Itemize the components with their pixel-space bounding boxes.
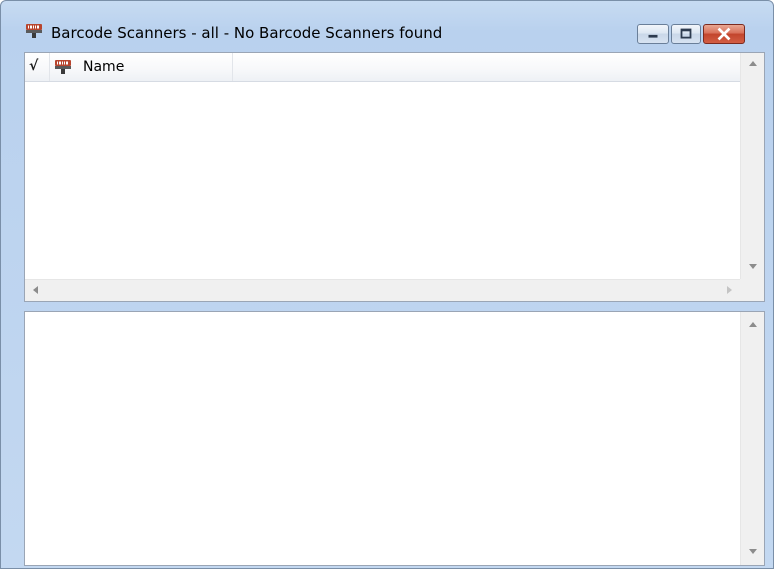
scanner-list[interactable]: √ Name bbox=[24, 52, 765, 302]
detail-text-area[interactable] bbox=[24, 311, 765, 566]
checkmark-icon: √ bbox=[29, 58, 39, 74]
minimize-button[interactable] bbox=[637, 24, 669, 44]
main-window: Barcode Scanners - all - No Barcode Scan… bbox=[0, 0, 774, 569]
scroll-up-icon[interactable] bbox=[749, 322, 757, 327]
close-icon bbox=[717, 27, 731, 41]
title-bar[interactable]: Barcode Scanners - all - No Barcode Scan… bbox=[1, 1, 773, 44]
maximize-button[interactable] bbox=[671, 24, 701, 44]
list-header: √ Name bbox=[25, 53, 741, 82]
detail-vertical-scrollbar[interactable] bbox=[740, 312, 764, 565]
scrollbar-corner bbox=[740, 279, 764, 301]
scroll-right-icon[interactable] bbox=[727, 286, 732, 294]
scroll-left-icon[interactable] bbox=[33, 286, 38, 294]
column-header-name[interactable]: Name bbox=[49, 53, 233, 81]
barcode-scanner-icon bbox=[26, 24, 42, 38]
list-horizontal-scrollbar[interactable] bbox=[25, 279, 741, 301]
scroll-down-icon[interactable] bbox=[749, 549, 757, 554]
scroll-down-icon[interactable] bbox=[749, 264, 757, 269]
column-header-name-label: Name bbox=[83, 59, 125, 75]
maximize-icon bbox=[680, 28, 692, 39]
column-header-check[interactable]: √ bbox=[25, 53, 50, 81]
window-title: Barcode Scanners - all - No Barcode Scan… bbox=[51, 24, 443, 42]
minimize-icon bbox=[648, 34, 658, 38]
list-vertical-scrollbar[interactable] bbox=[740, 53, 764, 280]
scroll-up-icon[interactable] bbox=[749, 61, 757, 66]
barcode-scanner-icon bbox=[55, 60, 71, 74]
close-button[interactable] bbox=[703, 24, 745, 44]
